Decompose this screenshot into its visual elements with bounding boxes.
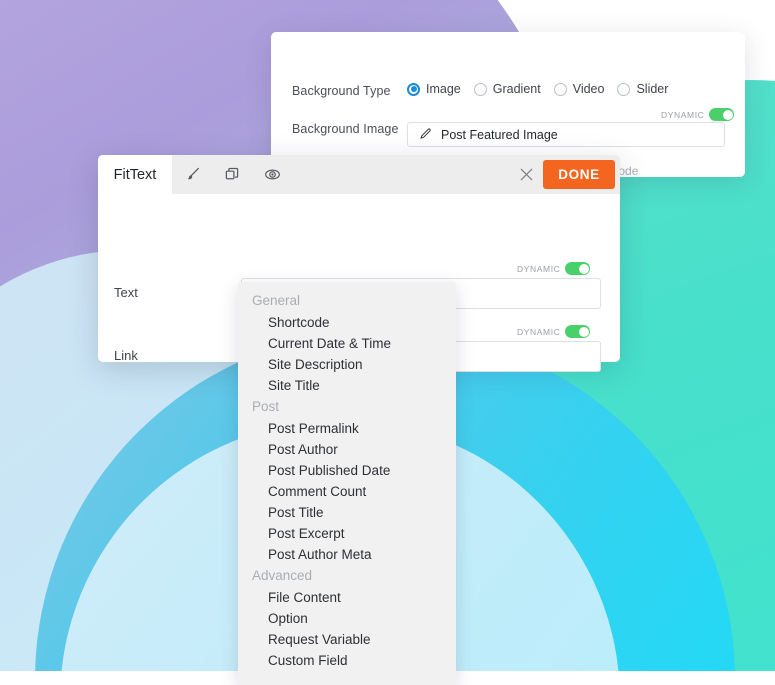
radio-option-video[interactable]: Video <box>553 82 605 96</box>
radio-option-gradient[interactable]: Gradient <box>473 82 541 96</box>
background-type-row: Background Type <box>292 84 391 98</box>
background-image-field[interactable]: Post Featured Image <box>407 122 725 147</box>
dropdown-item-current-date-time[interactable]: Current Date & Time <box>238 333 456 354</box>
dropdown-item-option[interactable]: Option <box>238 608 456 629</box>
radio-option-slider[interactable]: Slider <box>617 82 668 96</box>
radio-dot-icon <box>617 82 631 96</box>
fittext-panel-header: FitText DONE <box>98 155 620 194</box>
text-field-label: Text <box>114 285 138 300</box>
dropdown-item-custom-field[interactable]: Custom Field <box>238 650 456 671</box>
radio-dot-icon <box>553 82 567 96</box>
dropdown-item-request-variable[interactable]: Request Variable <box>238 629 456 650</box>
dropdown-item-shortcode[interactable]: Shortcode <box>238 312 456 333</box>
dropdown-item-post-author-meta[interactable]: Post Author Meta <box>238 544 456 565</box>
dropdown-group-title-post: Post <box>252 399 280 414</box>
dynamic-label: DYNAMIC <box>661 109 705 120</box>
background-image-value: Post Featured Image <box>441 127 558 142</box>
dynamic-tags-dropdown[interactable]: General Shortcode Current Date & Time Si… <box>238 282 456 685</box>
radio-dot-icon <box>473 82 487 96</box>
link-field-label: Link <box>114 348 138 363</box>
eye-icon[interactable] <box>252 155 292 194</box>
radio-option-image[interactable]: Image <box>407 82 461 96</box>
dynamic-toggle[interactable] <box>709 108 735 121</box>
radio-label: Gradient <box>492 82 541 96</box>
radio-label: Image <box>426 82 461 96</box>
brush-icon[interactable] <box>172 155 212 194</box>
dropdown-group-title-advanced: Advanced <box>252 568 313 583</box>
background-type-label: Background Type <box>292 84 391 98</box>
done-button[interactable]: DONE <box>543 160 615 189</box>
dynamic-label: DYNAMIC <box>517 263 561 274</box>
dropdown-group-title-general: General <box>252 293 301 308</box>
radio-label: Video <box>572 82 605 96</box>
dynamic-label: DYNAMIC <box>517 326 561 337</box>
pencil-icon <box>420 128 431 139</box>
link-dynamic-toggle-group[interactable]: DYNAMIC <box>517 325 591 338</box>
dropdown-item-site-title[interactable]: Site Title <box>238 375 456 396</box>
dynamic-toggle[interactable] <box>565 262 591 275</box>
background-type-radio-group[interactable]: Image Gradient Video Slider <box>407 82 668 96</box>
dropdown-item-post-author[interactable]: Post Author <box>238 439 456 460</box>
dynamic-toggle[interactable] <box>565 325 591 338</box>
fittext-panel-title: FitText <box>98 155 172 194</box>
close-icon[interactable] <box>509 155 543 194</box>
text-dynamic-toggle-group[interactable]: DYNAMIC <box>517 262 591 275</box>
dropdown-item-comment-count[interactable]: Comment Count <box>238 481 456 502</box>
dropdown-item-post-excerpt[interactable]: Post Excerpt <box>238 523 456 544</box>
radio-label: Slider <box>636 82 669 96</box>
dropdown-item-site-description[interactable]: Site Description <box>238 354 456 375</box>
dropdown-item-file-content[interactable]: File Content <box>238 587 456 608</box>
dropdown-item-post-title[interactable]: Post Title <box>238 502 456 523</box>
layers-icon[interactable] <box>212 155 252 194</box>
background-image-label: Background Image <box>292 122 399 136</box>
background-image-row: Background Image <box>292 122 399 136</box>
dropdown-item-post-permalink[interactable]: Post Permalink <box>238 418 456 439</box>
dropdown-item-post-published-date[interactable]: Post Published Date <box>238 460 456 481</box>
background-image-dynamic-toggle-group[interactable]: DYNAMIC <box>661 108 735 121</box>
radio-dot-icon <box>407 82 420 96</box>
